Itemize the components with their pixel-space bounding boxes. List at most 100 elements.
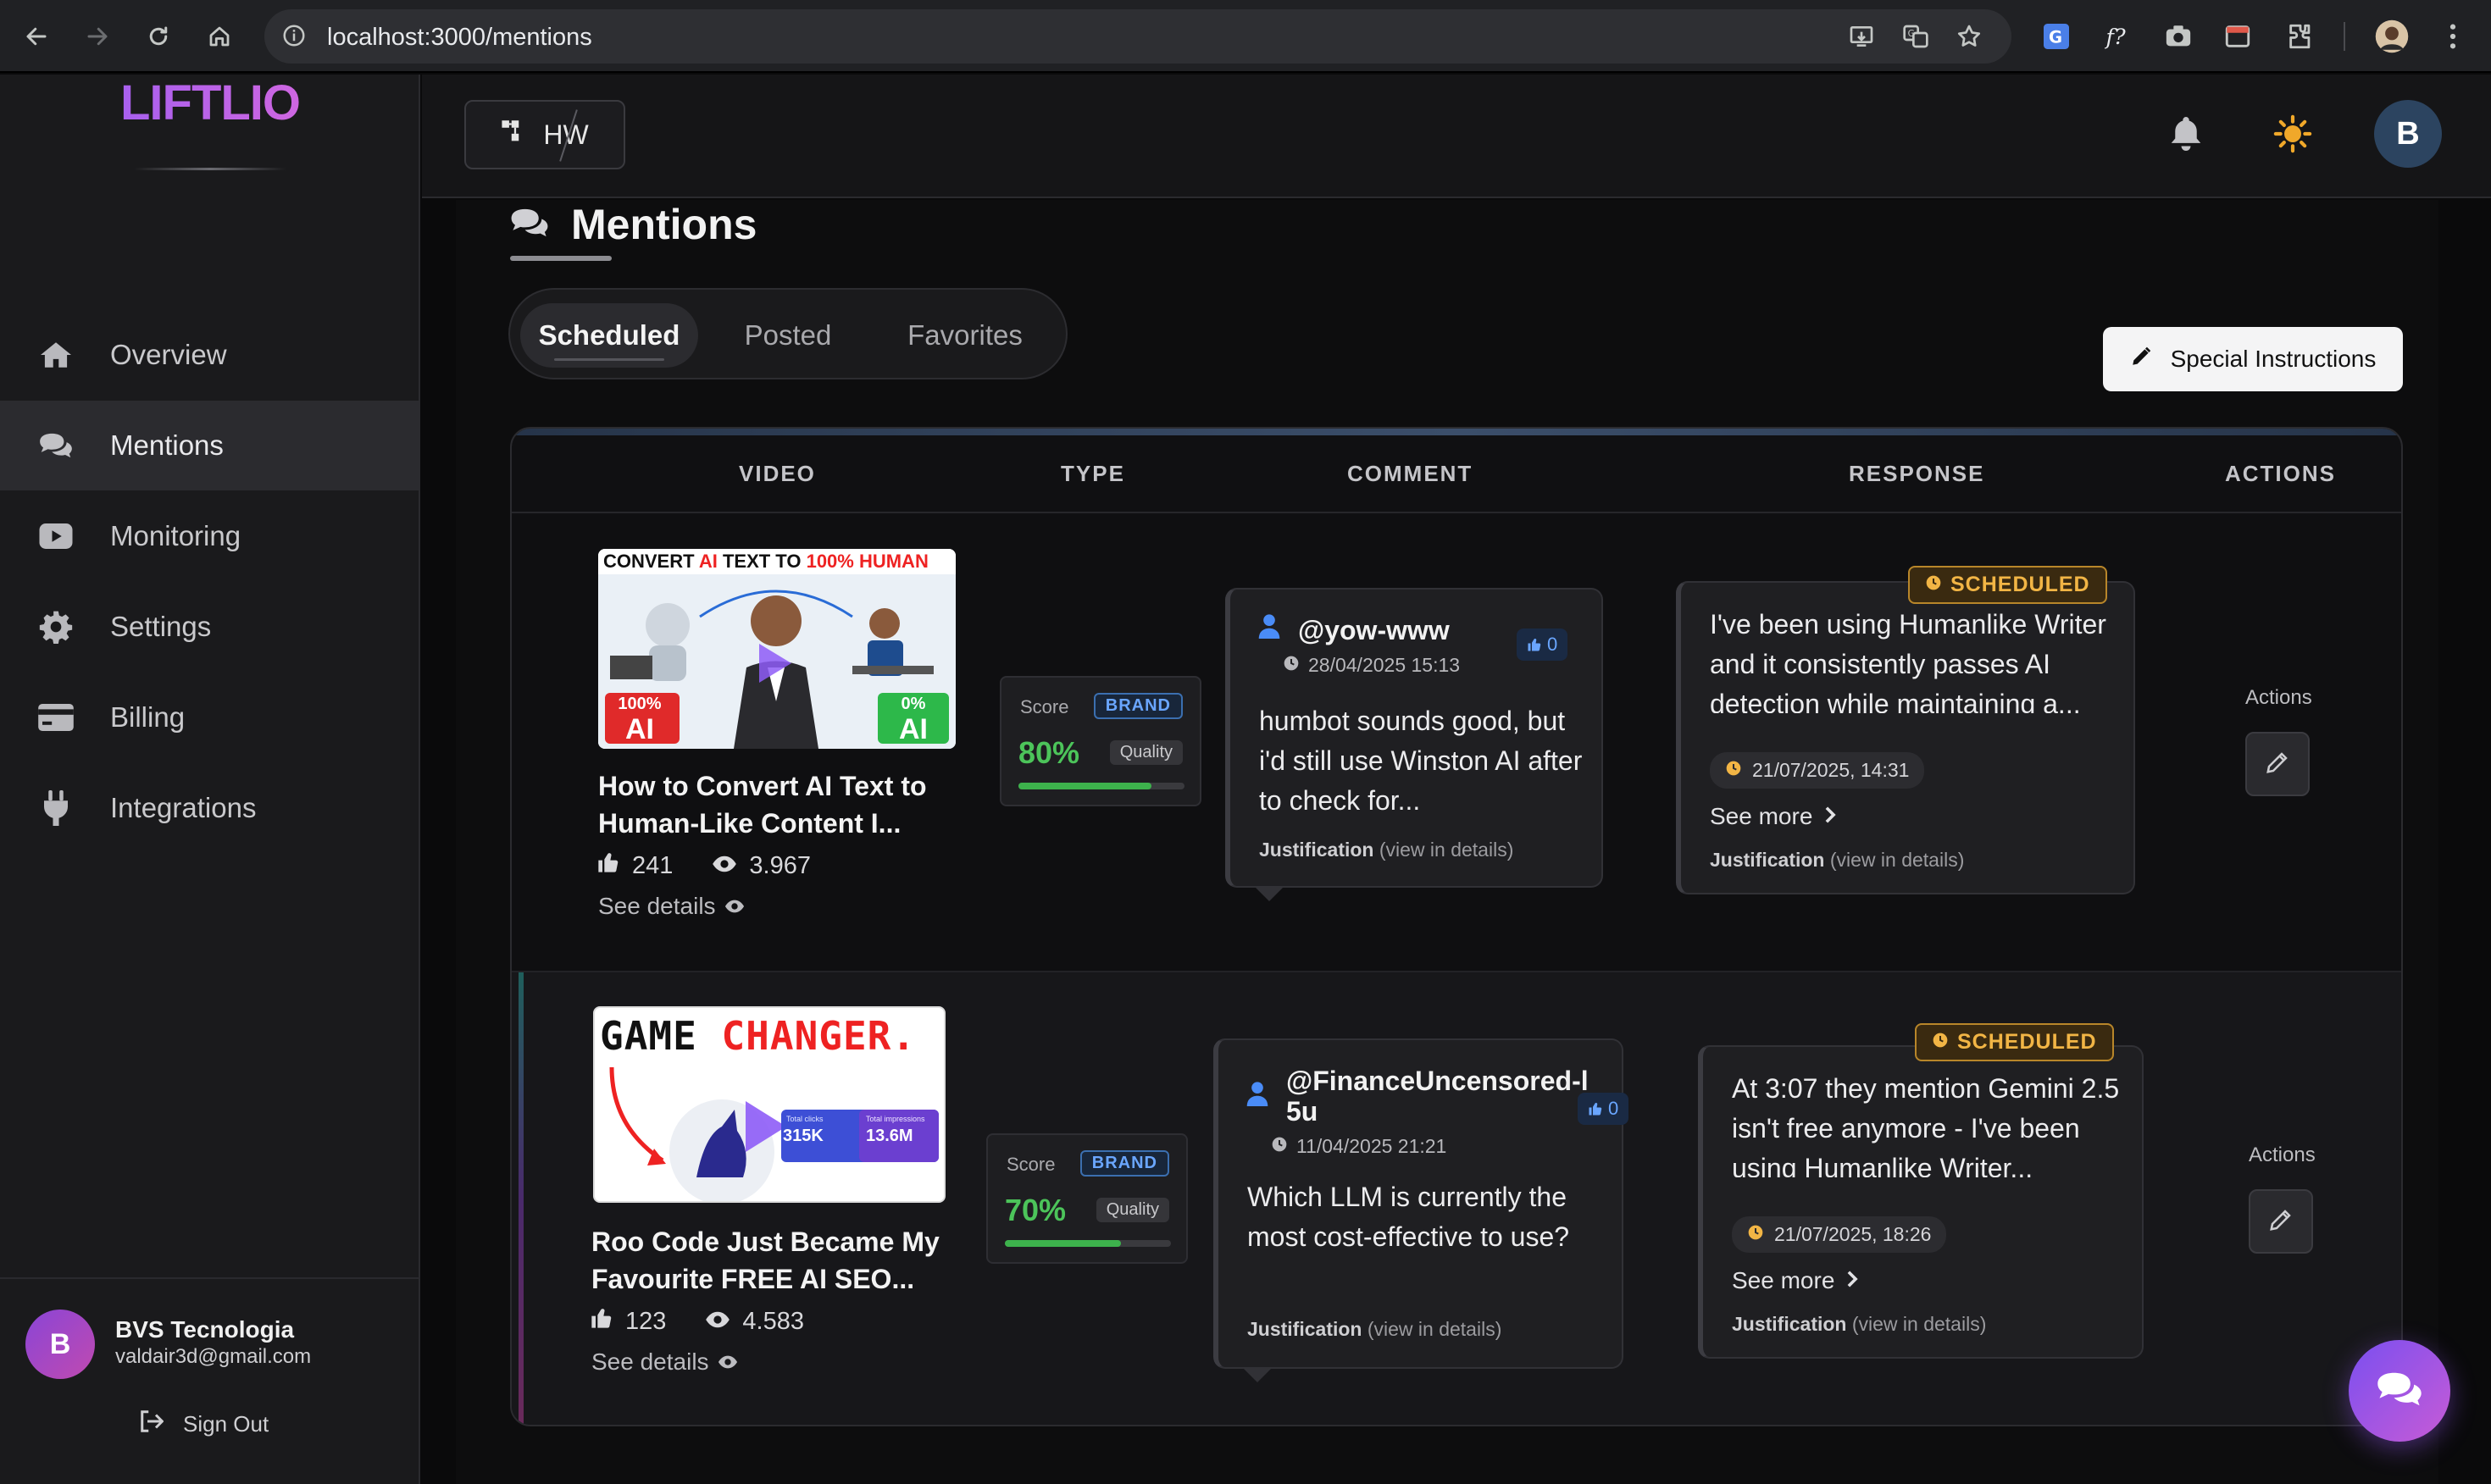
edit-button[interactable] bbox=[2245, 732, 2310, 796]
forward-icon[interactable] bbox=[76, 15, 119, 58]
sign-out-icon bbox=[139, 1409, 164, 1439]
special-instructions-label: Special Instructions bbox=[2170, 346, 2377, 372]
thumbs-up-icon bbox=[1589, 1103, 1602, 1116]
workspace-switcher[interactable]: HW bbox=[464, 100, 625, 169]
column-header-video: VIDEO bbox=[739, 461, 816, 486]
user-avatar[interactable]: B bbox=[25, 1310, 95, 1379]
status-badge: SCHEDULED bbox=[1908, 566, 2107, 604]
see-details-link[interactable]: See details bbox=[591, 1348, 738, 1376]
column-header-type: TYPE bbox=[1061, 461, 1125, 486]
site-info-icon[interactable] bbox=[281, 23, 307, 53]
edit-button[interactable] bbox=[2249, 1189, 2313, 1254]
formula-ext-icon[interactable]: f? bbox=[2098, 17, 2137, 56]
response-card[interactable]: I've been using Humanlike Writer and it … bbox=[1676, 581, 2135, 894]
sidebar-item-mentions[interactable]: Mentions bbox=[0, 401, 420, 490]
extensions-puzzle-icon[interactable] bbox=[2281, 17, 2320, 56]
eye-icon bbox=[718, 1348, 738, 1376]
camera-ext-icon[interactable] bbox=[2159, 17, 2198, 56]
thumbs-up-icon bbox=[1528, 639, 1541, 651]
score-value: 70% bbox=[1005, 1193, 1067, 1227]
user-email: valdair3d@gmail.com bbox=[115, 1345, 312, 1368]
tab-posted[interactable]: Posted bbox=[703, 303, 873, 368]
response-justification[interactable]: Justification (view in details) bbox=[1710, 849, 1964, 872]
mentions-table: VIDEO TYPE COMMENT RESPONSE ACTIONS CONV… bbox=[510, 427, 2403, 1426]
type-badge: BRAND bbox=[1079, 1150, 1169, 1177]
chevron-right-icon bbox=[1824, 803, 1837, 830]
sidebar-item-label: Settings bbox=[110, 611, 212, 642]
theme-sun-icon[interactable] bbox=[2267, 108, 2318, 159]
header-avatar[interactable]: B bbox=[2374, 100, 2442, 168]
video-thumbnail[interactable]: CONVERT AI TEXT TO 100% HUMAN 100% AI 0% A… bbox=[598, 549, 956, 749]
score-bar-fill bbox=[1018, 783, 1151, 789]
bookmark-star-icon[interactable] bbox=[1956, 23, 1983, 54]
comment-author: @yow-www bbox=[1298, 615, 1450, 645]
sidebar-item-settings[interactable]: Settings bbox=[0, 582, 420, 672]
thumbnail-stat2-value: 13.6M bbox=[866, 1127, 913, 1145]
type-badge: BRAND bbox=[1093, 693, 1183, 719]
thumbs-up-icon bbox=[596, 850, 620, 881]
thumbs-up-icon bbox=[590, 1306, 613, 1337]
back-icon[interactable] bbox=[15, 15, 58, 58]
address-bar[interactable]: localhost:3000/mentions G bbox=[264, 9, 2011, 64]
app-logo[interactable]: LIFTLIO bbox=[0, 75, 420, 131]
comment-card[interactable]: @FinanceUncensored-l5u 11/04/2025 21:21 … bbox=[1213, 1038, 1629, 1369]
comment-date: 11/04/2025 21:21 bbox=[1271, 1135, 1446, 1158]
comment-justification[interactable]: Justification (view in details) bbox=[1247, 1318, 1501, 1341]
comment-card[interactable]: @yow-www 28/04/2025 15:13 0 humbot sound… bbox=[1225, 588, 1603, 888]
youtube-icon bbox=[37, 518, 75, 555]
table-row: CONVERT AI TEXT TO 100% HUMAN 100% AI 0% A… bbox=[512, 515, 2401, 972]
response-text: I've been using Humanlike Writer and it … bbox=[1710, 609, 2106, 713]
notifications-bell-icon[interactable] bbox=[2161, 108, 2211, 159]
chat-bubbles-icon bbox=[2374, 1368, 2425, 1415]
video-stats: 241 3.967 bbox=[596, 850, 811, 881]
table-header: VIDEO TYPE COMMENT RESPONSE ACTIONS bbox=[512, 435, 2401, 513]
clock-icon bbox=[1283, 654, 1300, 677]
score-bar-fill bbox=[1005, 1240, 1122, 1247]
quality-badge: Quality bbox=[1109, 740, 1183, 765]
credit-card-icon bbox=[37, 699, 75, 736]
sitemap-icon bbox=[501, 119, 530, 151]
video-title[interactable]: How to Convert AI Text to Human-Like Con… bbox=[598, 767, 971, 842]
table-accent-line bbox=[512, 429, 2401, 435]
see-more-link[interactable]: See more bbox=[1732, 1267, 1859, 1294]
toolbar-divider bbox=[2344, 22, 2345, 51]
reload-icon[interactable] bbox=[137, 15, 180, 58]
response-text: At 3:07 they mention Gemini 2.5 isn't fr… bbox=[1732, 1073, 2120, 1177]
sidebar-divider bbox=[0, 1277, 420, 1279]
score-bar bbox=[1018, 783, 1184, 789]
install-app-icon[interactable] bbox=[1847, 23, 1876, 54]
profile-avatar-icon[interactable] bbox=[2372, 17, 2411, 56]
sidebar-item-monitoring[interactable]: Monitoring bbox=[0, 491, 420, 581]
see-details-link[interactable]: See details bbox=[598, 893, 745, 920]
response-justification[interactable]: Justification (view in details) bbox=[1732, 1313, 1986, 1336]
window-ext-icon[interactable] bbox=[2218, 17, 2257, 56]
row-accent-bar bbox=[519, 972, 524, 1425]
home-nav-icon[interactable] bbox=[198, 15, 241, 58]
sidebar-item-billing[interactable]: Billing bbox=[0, 673, 420, 762]
score-card: Score BRAND 80% Quality bbox=[1000, 676, 1201, 806]
comment-like-badge: 0 bbox=[1578, 1093, 1629, 1125]
thumbnail-headline: CONVERT AI TEXT TO 100% HUMAN bbox=[598, 549, 956, 574]
tab-scheduled[interactable]: Scheduled bbox=[520, 303, 698, 368]
video-thumbnail[interactable]: GAME CHANGER. Total clicks 315K Total im… bbox=[593, 1006, 946, 1203]
comment-justification[interactable]: Justification (view in details) bbox=[1259, 839, 1513, 861]
sign-out-button[interactable]: Sign Out bbox=[139, 1409, 269, 1439]
google-translate-ext-icon[interactable]: G bbox=[2037, 17, 2076, 56]
translate-icon[interactable]: G bbox=[1901, 23, 1930, 54]
sidebar-item-overview[interactable]: Overview bbox=[0, 310, 420, 400]
special-instructions-button[interactable]: Special Instructions bbox=[2103, 327, 2403, 391]
table-row: GAME CHANGER. Total clicks 315K Total im… bbox=[512, 972, 2401, 1425]
see-more-link[interactable]: See more bbox=[1710, 803, 1837, 830]
sidebar-item-integrations[interactable]: Integrations bbox=[0, 763, 420, 853]
chevron-right-icon bbox=[1846, 1267, 1859, 1294]
sidebar-item-label: Monitoring bbox=[110, 520, 241, 551]
actions-label: Actions bbox=[2249, 1143, 2316, 1166]
score-label: Score bbox=[1007, 1154, 1056, 1175]
tab-favorites[interactable]: Favorites bbox=[876, 303, 1054, 368]
video-views: 4.583 bbox=[742, 1307, 804, 1335]
video-title[interactable]: Roo Code Just Became My Favourite FREE A… bbox=[591, 1223, 973, 1298]
more-menu-icon[interactable] bbox=[2433, 17, 2472, 56]
chat-support-button[interactable] bbox=[2349, 1340, 2450, 1442]
response-card[interactable]: At 3:07 they mention Gemini 2.5 isn't fr… bbox=[1698, 1045, 2144, 1359]
sign-out-label: Sign Out bbox=[183, 1411, 269, 1437]
